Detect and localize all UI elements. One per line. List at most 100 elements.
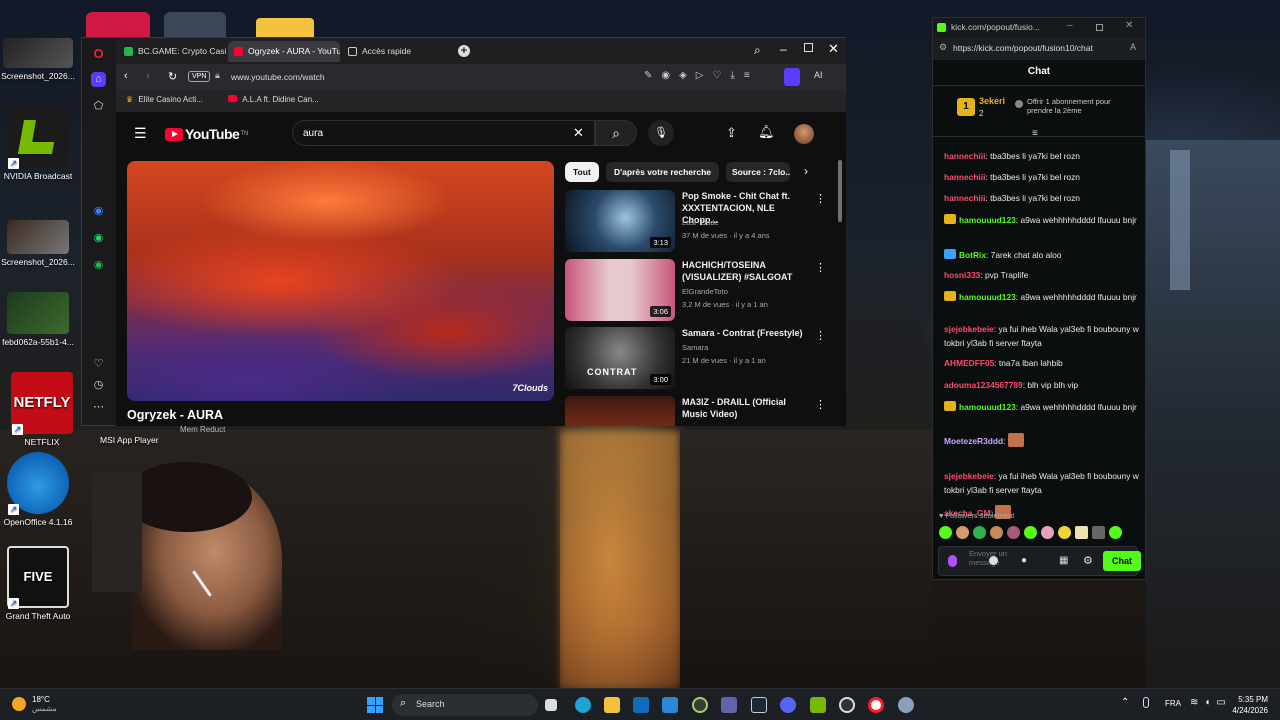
maximize-icon[interactable] [1096, 24, 1103, 31]
emote-icon[interactable] [939, 526, 952, 539]
tab-acces-rapide[interactable]: Accès rapide [342, 41, 422, 62]
steam-icon[interactable] [751, 697, 767, 713]
more-options-icon[interactable]: ⋮ [815, 329, 826, 342]
task-view-icon[interactable] [545, 699, 557, 711]
chat-username[interactable]: MoetezeR3ddd [944, 436, 1003, 446]
emote-icon[interactable] [990, 526, 1003, 539]
emote-icon[interactable] [973, 526, 986, 539]
minimize-icon[interactable]: – [780, 42, 787, 56]
chat-username[interactable]: AHMEDFF05 [944, 358, 994, 368]
chat-username[interactable]: hannechiii [944, 151, 985, 161]
tab-bcgame[interactable]: BC.GAME: Crypto Casino G... [118, 41, 226, 62]
tab-youtube[interactable]: Ogryzek - AURA - YouTube [228, 41, 340, 62]
desktop-icon-screenshot-1[interactable]: Screenshot_2026... [0, 38, 76, 81]
new-tab-icon[interactable]: + [458, 45, 470, 57]
close-icon[interactable]: ✕ [828, 41, 839, 57]
chat-url[interactable]: https://kick.com/popout/fusion10/chat [953, 43, 1123, 53]
desktop-icon-openoffice[interactable]: ↗ OpenOffice 4.1.16 [0, 452, 76, 527]
store-icon[interactable] [662, 697, 678, 713]
more-options-icon[interactable]: ⋮ [815, 261, 826, 274]
chat-username[interactable]: hannechiii [944, 172, 985, 182]
forward-icon[interactable]: › [146, 70, 150, 82]
read-aloud-icon[interactable]: A [1130, 42, 1136, 52]
youtube-logo[interactable]: YouTube TN [165, 126, 248, 142]
file-explorer-icon[interactable] [604, 697, 620, 713]
home-icon[interactable]: ⌂ [91, 72, 106, 87]
clear-search-icon[interactable]: ✕ [573, 125, 584, 141]
minimize-icon[interactable]: – [1067, 20, 1073, 31]
scrollbar[interactable] [838, 160, 842, 222]
video-player[interactable]: 7Clouds [127, 161, 554, 401]
emote-icon[interactable] [1092, 526, 1105, 539]
teams-icon[interactable] [721, 697, 737, 713]
discord-icon[interactable] [780, 697, 796, 713]
search-input[interactable] [303, 125, 543, 141]
obs-icon[interactable] [839, 697, 855, 713]
chat-username[interactable]: sjejebkebeie [944, 471, 994, 481]
emoji-icon[interactable] [989, 556, 998, 565]
microphone-icon[interactable] [948, 555, 957, 567]
emote-icon[interactable] [1058, 526, 1071, 539]
voice-search-icon[interactable]: 🎙︎ [648, 120, 674, 146]
addr-tool-icons[interactable]: ✎◉◈▷♡⤓≡ [644, 70, 759, 81]
chat-username[interactable]: BotRix [959, 250, 986, 260]
messenger-icon[interactable]: ◉ [91, 204, 106, 219]
profile-icon[interactable] [784, 68, 800, 86]
emote-icon[interactable] [1007, 526, 1020, 539]
msi-app-player-label[interactable]: MSI App Player [100, 435, 159, 445]
whatsapp-icon[interactable]: ◉ [91, 231, 106, 246]
chat-username[interactable]: hamouuud123 [959, 215, 1016, 225]
vpn-badge[interactable]: VPN [188, 71, 211, 82]
edge-icon[interactable] [575, 697, 591, 713]
emote-icon[interactable] [1024, 526, 1037, 539]
chat-username[interactable]: hamouuud123 [959, 292, 1016, 302]
emote-icon[interactable] [956, 526, 969, 539]
emote-quickbar[interactable] [939, 526, 1135, 540]
language-indicator[interactable]: FRA [1165, 699, 1181, 708]
chat-username[interactable]: hosni333 [944, 270, 980, 280]
chip-based-on-search[interactable]: D'après votre recherche [606, 162, 719, 182]
emote-icon[interactable] [1075, 526, 1088, 539]
settings-icon[interactable]: ⚙︎ [1083, 554, 1093, 567]
spotify-icon[interactable]: ◉ [91, 258, 106, 273]
tab-search-icon[interactable]: ⌕ [754, 43, 761, 58]
start-button[interactable] [367, 697, 383, 713]
chat-username[interactable]: hamouuud123 [959, 402, 1016, 412]
settings-icon[interactable] [898, 697, 914, 713]
history-icon[interactable]: ◷ [91, 378, 106, 393]
weather-widget[interactable]: 18°C مشمس [12, 695, 57, 713]
maximize-icon[interactable] [804, 43, 813, 52]
pinboard-icon[interactable]: ⬠ [91, 99, 106, 114]
menu-icon[interactable]: ☰ [134, 125, 147, 142]
clock[interactable]: 5:35 PM 4/24/2026 [1224, 694, 1268, 716]
top-gifter-name[interactable]: 3ekeri [979, 96, 1005, 106]
notifications-icon[interactable]: 🔔︎ [758, 124, 775, 140]
nvidia-broadcast-icon[interactable] [810, 697, 826, 713]
reload-icon[interactable]: ↻ [168, 70, 177, 83]
taskbar-search[interactable]: ⌕ Search [392, 694, 538, 716]
emote-icon[interactable] [1041, 526, 1054, 539]
chat-username[interactable]: adouma1234567789 [944, 380, 1023, 390]
bookmark-elite-casino[interactable]: ♛ Elite Casino Acti... [126, 95, 203, 104]
close-icon[interactable]: ✕ [1125, 20, 1133, 31]
memreduct-label[interactable]: Mem Reduct [180, 425, 225, 434]
upload-icon[interactable]: ⇪ [726, 125, 737, 141]
chip-source[interactable]: Source : 7clo... [726, 162, 790, 182]
more-icon[interactable]: ⋯ [91, 400, 106, 415]
outlook-icon[interactable] [633, 697, 649, 713]
tray-overflow-icon[interactable]: ⌃ [1121, 697, 1129, 708]
emote-icon[interactable] [1109, 526, 1122, 539]
gift-icon[interactable]: ▦ [1059, 555, 1068, 566]
pinned-toggle-icon[interactable]: ≡ [1032, 128, 1038, 139]
search-button[interactable]: ⌕ [595, 120, 637, 146]
heart-icon[interactable]: ♡ [91, 357, 106, 372]
bookmark-ala[interactable]: A.L.A ft. Didine Can... [228, 95, 319, 104]
avatar[interactable] [794, 124, 814, 144]
opera-logo-icon[interactable]: O [91, 46, 106, 61]
chips-next-icon[interactable]: › [804, 164, 808, 178]
ai-button[interactable]: AI [814, 70, 823, 80]
gift-sub-offer[interactable]: Offrir 1 abonnement pour prendre la 2ème [1027, 97, 1133, 115]
chat-username[interactable]: hannechiii [944, 193, 985, 203]
more-options-icon[interactable]: ⋮ [815, 398, 826, 411]
microphone-tray-icon[interactable] [1143, 697, 1149, 708]
